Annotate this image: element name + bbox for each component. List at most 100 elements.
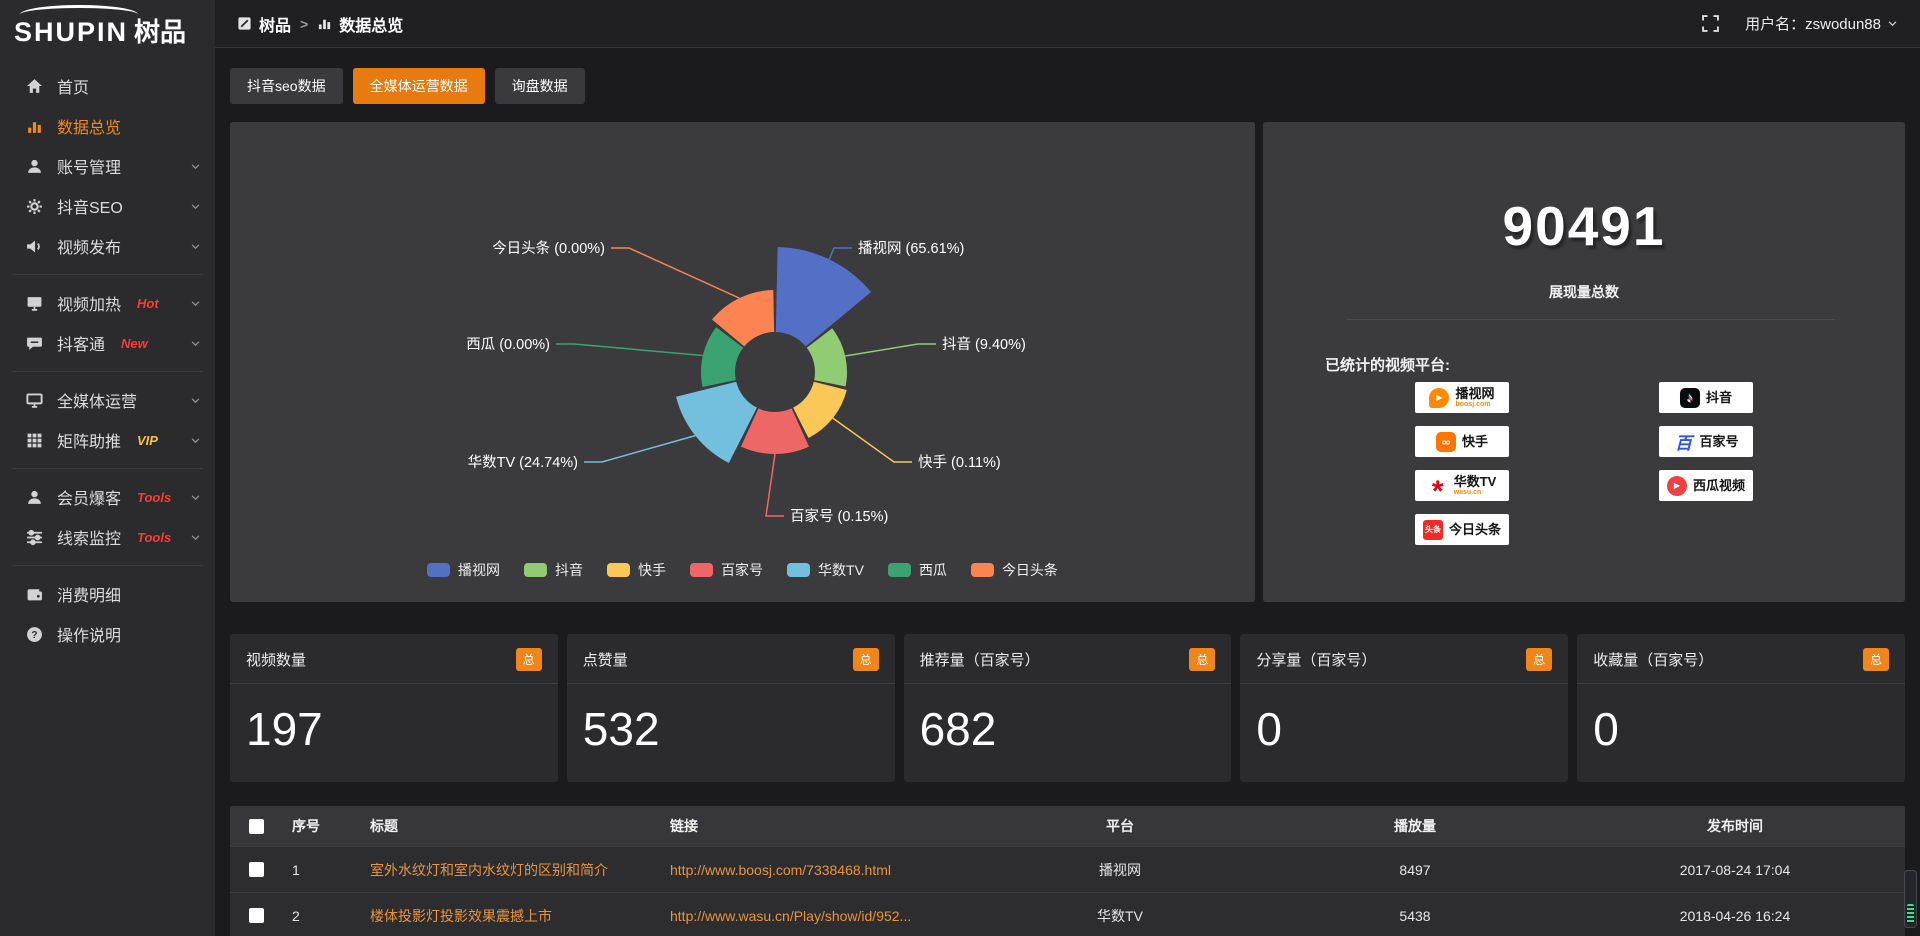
platform-badge-grid: 播视网 boosj.com 快手: [1263, 382, 1905, 545]
sidebar-item[interactable]: 会员爆客 Tools: [0, 477, 215, 517]
wallet-icon: [26, 586, 43, 603]
platform-subtext: boosj.com: [1455, 401, 1490, 408]
platform-name: 百家号: [1699, 435, 1738, 449]
platform-name: 抖音: [1706, 391, 1732, 405]
sidebar-item-label: 全媒体运营: [57, 388, 137, 412]
legend-color-chip: [427, 563, 450, 577]
sidebar-item[interactable]: 全媒体运营: [0, 380, 215, 420]
video-url-link[interactable]: http://www.wasu.cn/Play/show/id/952...: [670, 908, 911, 924]
sidebar-item[interactable]: 矩阵助推 VIP: [0, 420, 215, 460]
tab[interactable]: 全媒体运营数据: [353, 68, 485, 104]
total-badge: 总: [1189, 648, 1215, 671]
col-header-no: 序号: [282, 816, 370, 836]
wasu-logo-icon: [1428, 476, 1448, 496]
platform-name: 快手: [1462, 435, 1488, 449]
sidebar-menu: 首页 数据总览 账号管理 抖音SE: [0, 56, 215, 654]
tab[interactable]: 询盘数据: [495, 68, 585, 104]
gear-icon: [26, 198, 43, 215]
legend-item[interactable]: 百家号: [690, 560, 763, 580]
cell-no: 2: [282, 908, 370, 924]
total-badge: 总: [853, 648, 879, 671]
heat-icon: [26, 295, 43, 312]
col-header-time: 发布时间: [1565, 816, 1905, 836]
sliders-icon: [26, 529, 43, 546]
fullscreen-icon[interactable]: [1702, 15, 1719, 32]
pie-label-line: [556, 344, 703, 356]
legend-item[interactable]: 华数TV: [787, 560, 864, 580]
stat-card-value: 0: [1577, 684, 1905, 774]
scroll-widget[interactable]: [1904, 870, 1917, 928]
breadcrumb-item[interactable]: 数据总览: [317, 12, 403, 36]
chevron-down-icon: [190, 201, 201, 212]
legend-item[interactable]: 西瓜: [888, 560, 947, 580]
sidebar-divider: [12, 371, 203, 372]
pie-slice-华数TV[interactable]: [676, 382, 757, 463]
doc-icon: [237, 16, 252, 31]
sidebar-item[interactable]: 消费明细: [0, 574, 215, 614]
video-title-link[interactable]: 楼体投影灯投影效果震撼上市: [370, 908, 552, 924]
sidebar-divider: [12, 468, 203, 469]
chart-legend: 播视网 抖音 快手: [230, 560, 1255, 580]
legend-item[interactable]: 播视网: [427, 560, 500, 580]
cell-no: 1: [282, 862, 370, 878]
row-checkbox[interactable]: [249, 862, 264, 877]
row-checkbox[interactable]: [249, 908, 264, 923]
col-header-link: 链接: [670, 816, 975, 836]
sidebar-item[interactable]: 抖音SEO: [0, 186, 215, 226]
sidebar-item[interactable]: 首页: [0, 66, 215, 106]
sidebar-item[interactable]: 视频加热 Hot: [0, 283, 215, 323]
video-title-link[interactable]: 室外水纹灯和室内水纹灯的区别和简介: [370, 862, 608, 878]
platform-name: 西瓜视频: [1693, 479, 1745, 493]
chevron-down-icon: [190, 532, 201, 543]
stat-card-value: 532: [567, 684, 895, 774]
sidebar-item[interactable]: 抖客通 New: [0, 323, 215, 363]
sidebar-item-tag: Hot: [137, 296, 159, 311]
sidebar-item-label: 首页: [57, 74, 89, 98]
video-url-link[interactable]: http://www.boosj.com/7338468.html: [670, 862, 891, 878]
stat-card-title: 视频数量: [246, 649, 306, 670]
table-row: 1 室外水纹灯和室内水纹灯的区别和简介 http://www.boosj.com…: [230, 846, 1905, 892]
breadcrumb-label: 树品: [259, 12, 291, 36]
stat-card-title: 收藏量（百家号）: [1593, 649, 1713, 670]
sidebar-item[interactable]: 数据总览: [0, 106, 215, 146]
logo-text-en: SHUPIN: [14, 17, 128, 47]
sidebar-item[interactable]: 账号管理: [0, 146, 215, 186]
user-menu[interactable]: 用户名：zswodun88: [1745, 13, 1898, 34]
pie-slice-播视网[interactable]: [776, 247, 871, 346]
platform-badge: 快手: [1415, 426, 1509, 457]
stat-card-value: 682: [904, 684, 1232, 774]
pie-label: 今日头条 (0.00%): [492, 240, 605, 257]
sidebar-item[interactable]: 视频发布: [0, 226, 215, 266]
sidebar-item[interactable]: 线索监控 Tools: [0, 517, 215, 557]
legend-item[interactable]: 今日头条: [971, 560, 1058, 580]
breadcrumb-item[interactable]: 树品: [237, 12, 291, 36]
douyin-logo-icon: [1680, 388, 1700, 408]
sidebar-item-label: 抖音SEO: [57, 194, 123, 218]
cell-platform: 播视网: [975, 860, 1265, 880]
platform-badge: 抖音: [1659, 382, 1753, 413]
breadcrumb: 树品 > 数据总览: [237, 12, 403, 36]
tab[interactable]: 抖音seo数据: [230, 68, 343, 104]
home-icon: [26, 78, 43, 95]
legend-label: 播视网: [458, 560, 500, 580]
platform-badge: 百家号: [1659, 426, 1753, 457]
legend-item[interactable]: 快手: [607, 560, 666, 580]
question-icon: [26, 626, 43, 643]
stat-card: 点赞量 总 532: [567, 634, 895, 782]
caret-down-icon: [1887, 18, 1898, 29]
sidebar-item-label: 数据总览: [57, 114, 121, 138]
legend-label: 华数TV: [818, 560, 864, 580]
pie-label-line: [829, 248, 852, 259]
legend-color-chip: [888, 563, 911, 577]
legend-item[interactable]: 抖音: [524, 560, 583, 580]
legend-color-chip: [787, 563, 810, 577]
app-logo[interactable]: SHUPIN树品: [0, 0, 215, 56]
legend-label: 快手: [638, 560, 666, 580]
legend-color-chip: [971, 563, 994, 577]
chevron-down-icon: [190, 298, 201, 309]
select-all-checkbox[interactable]: [249, 819, 264, 834]
sidebar: SHUPIN树品 首页 数据总览 账号管理: [0, 0, 215, 936]
stat-card: 视频数量 总 197: [230, 634, 558, 782]
platforms-title: 已统计的视频平台:: [1325, 354, 1450, 375]
sidebar-item[interactable]: 操作说明: [0, 614, 215, 654]
